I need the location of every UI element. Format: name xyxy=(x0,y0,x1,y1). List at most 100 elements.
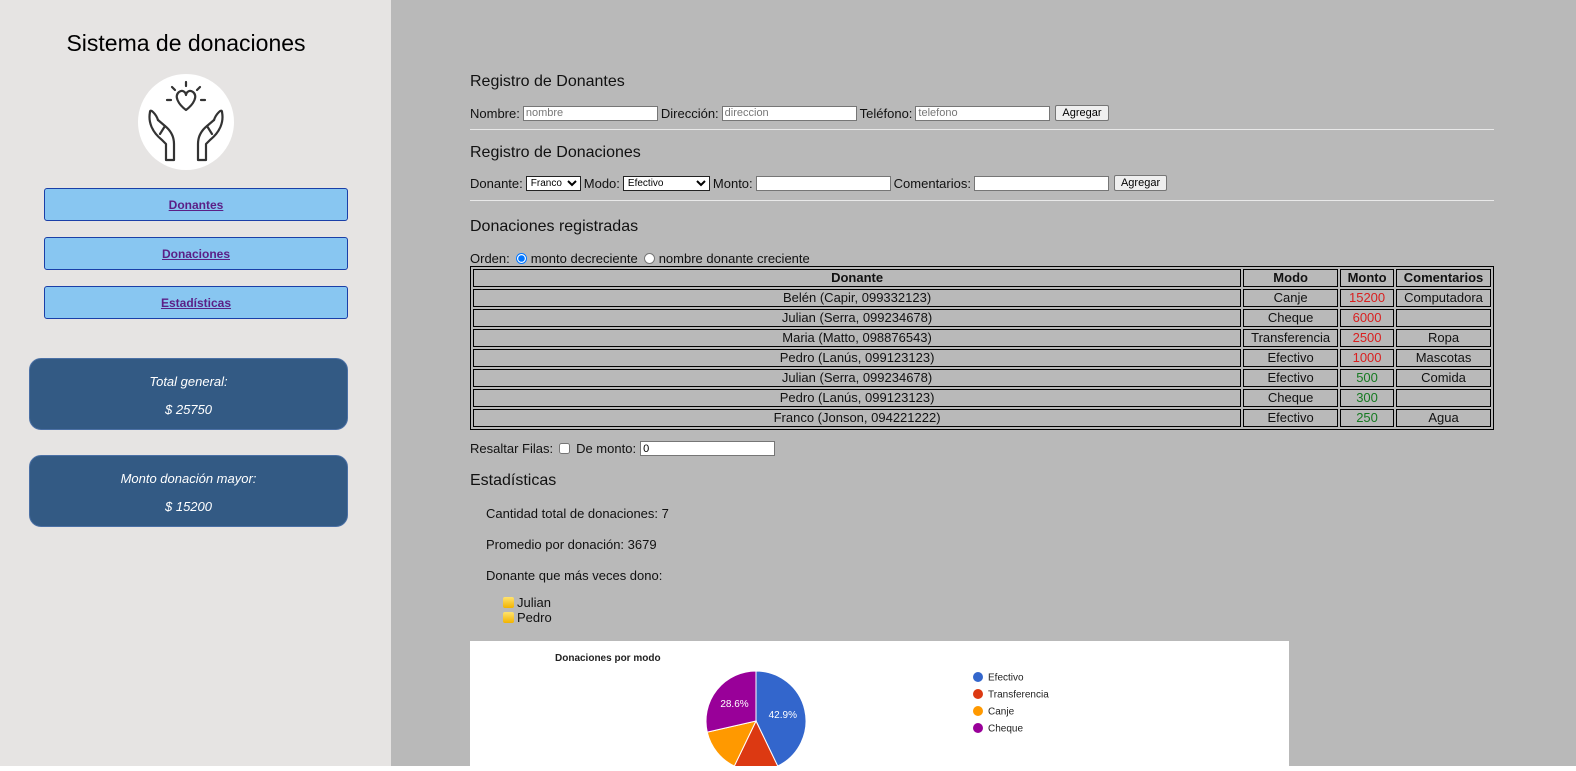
chart-title: Donaciones por modo xyxy=(555,653,661,664)
cell-monto: 15200 xyxy=(1340,289,1395,307)
pie-slice-label: 42.9% xyxy=(769,710,797,721)
divider xyxy=(470,200,1494,201)
nav-donaciones-button[interactable]: Donaciones xyxy=(44,237,348,270)
cell-donante: Pedro (Lanús, 099123123) xyxy=(473,389,1242,407)
column-header-monto: Monto xyxy=(1340,269,1395,287)
comentarios-input[interactable] xyxy=(973,175,1109,191)
cell-comentarios: Computadora xyxy=(1396,289,1491,307)
hands-heart-logo-icon xyxy=(138,74,234,170)
donante-label: Donante: xyxy=(470,175,523,191)
legend-item-cheque[interactable]: Cheque xyxy=(988,724,1023,735)
monto-label: Monto: xyxy=(712,175,753,191)
telefono-input[interactable] xyxy=(915,105,1051,121)
cell-modo: Efectivo xyxy=(1243,369,1339,387)
legend-swatch xyxy=(973,706,983,716)
legend-item-transferencia[interactable]: Transferencia xyxy=(988,690,1049,701)
orden-nombre-radio[interactable] xyxy=(643,253,655,264)
legend-swatch xyxy=(973,672,983,682)
agregar-donante-button[interactable]: Agregar xyxy=(1055,105,1109,121)
total-general-card: Total general: $ 25750 xyxy=(29,358,348,430)
cell-comentarios: Mascotas xyxy=(1396,349,1491,367)
orden-label: Orden: xyxy=(470,251,510,266)
top-donante-name: Julian xyxy=(517,595,551,610)
cell-comentarios xyxy=(1396,309,1491,327)
table-row: Maria (Matto, 098876543) Transferencia 250… xyxy=(473,329,1491,347)
donaciones-table: Donante Modo Monto Comentarios Belén (Ca… xyxy=(470,266,1494,430)
monto-input[interactable] xyxy=(755,175,891,191)
cell-donante: Maria (Matto, 098876543) xyxy=(473,329,1242,347)
cell-comentarios: Agua xyxy=(1396,409,1491,427)
nombre-input[interactable] xyxy=(522,105,658,121)
legend-swatch xyxy=(973,723,983,733)
estadisticas-heading: Estadísticas xyxy=(470,472,557,489)
donaciones-por-modo-chart: Donaciones por modo 42.9% 28.6% Efectivo T… xyxy=(470,641,1289,771)
resaltar-controls: Resaltar Filas: De monto: xyxy=(470,441,776,456)
folder-icon xyxy=(503,597,514,608)
pie-chart-svg: Donaciones por modo 42.9% 28.6% Efectivo T… xyxy=(555,653,1049,766)
cell-donante: Belén (Capir, 099332123) xyxy=(473,289,1242,307)
list-item: Julian xyxy=(503,595,552,610)
donaciones-form: Donante: Franco Modo: Efectivo Monto: Co… xyxy=(470,175,1168,191)
cell-monto: 300 xyxy=(1340,389,1395,407)
table-row: Julian (Serra, 099234678) Efectivo 500 Comi… xyxy=(473,369,1491,387)
table-row: Franco (Jonson, 094221222) Efectivo 250 Agu… xyxy=(473,409,1491,427)
app-title: Sistema de donaciones xyxy=(66,30,306,56)
total-general-value: $ 25750 xyxy=(165,402,212,417)
de-monto-input[interactable] xyxy=(640,441,776,456)
column-header-comentarios: Comentarios xyxy=(1396,269,1491,287)
main-content: Registro de Donantes Nombre: Dirección: … xyxy=(391,0,1576,771)
legend-swatch xyxy=(973,689,983,699)
cell-modo: Cheque xyxy=(1243,389,1339,407)
legend-item-canje[interactable]: Canje xyxy=(988,707,1015,718)
agregar-donacion-button[interactable]: Agregar xyxy=(1113,175,1168,191)
cell-donante: Julian (Serra, 099234678) xyxy=(473,309,1242,327)
cell-modo: Efectivo xyxy=(1243,349,1339,367)
direccion-input[interactable] xyxy=(721,105,857,121)
cell-monto: 1000 xyxy=(1340,349,1395,367)
cell-donante: Julian (Serra, 099234678) xyxy=(473,369,1242,387)
telefono-label: Teléfono: xyxy=(859,105,913,121)
orden-monto-radio[interactable] xyxy=(515,253,527,264)
total-general-label: Total general: xyxy=(149,374,228,389)
donaciones-registradas-heading: Donaciones registradas xyxy=(470,218,639,235)
nav-donantes-link[interactable]: Donantes xyxy=(169,198,224,212)
donante-mas-veces-text: Donante que más veces dono: xyxy=(486,568,663,583)
folder-icon xyxy=(503,612,514,623)
monto-mayor-value: $ 15200 xyxy=(165,499,212,514)
nombre-label: Nombre: xyxy=(470,105,520,121)
nav-estadisticas-button[interactable]: Estadísticas xyxy=(44,286,348,319)
legend-item-efectivo[interactable]: Efectivo xyxy=(988,673,1024,684)
cell-modo: Cheque xyxy=(1243,309,1339,327)
cell-monto: 2500 xyxy=(1340,329,1395,347)
de-monto-label: De monto: xyxy=(576,441,637,456)
column-header-modo: Modo xyxy=(1243,269,1339,287)
table-row: Belén (Capir, 099332123) Canje 15200 Comput… xyxy=(473,289,1491,307)
cell-modo: Efectivo xyxy=(1243,409,1339,427)
cell-comentarios xyxy=(1396,389,1491,407)
pie-slice-label: 28.6% xyxy=(720,699,748,710)
table-row: Pedro (Lanús, 099123123) Cheque 300 xyxy=(473,389,1491,407)
cell-modo: Canje xyxy=(1243,289,1339,307)
nav-estadisticas-link[interactable]: Estadísticas xyxy=(161,296,231,310)
nav-donantes-button[interactable]: Donantes xyxy=(44,188,348,221)
donante-select[interactable]: Franco xyxy=(525,175,581,191)
monto-mayor-label: Monto donación mayor: xyxy=(120,471,257,486)
table-header-row: Donante Modo Monto Comentarios xyxy=(473,269,1491,287)
top-donantes-list: Julian Pedro xyxy=(503,595,552,625)
registro-donaciones-heading: Registro de Donaciones xyxy=(470,144,641,161)
table-row: Pedro (Lanús, 099123123) Efectivo 1000 Masc… xyxy=(473,349,1491,367)
nav-donaciones-link[interactable]: Donaciones xyxy=(162,247,230,261)
orden-nombre-label: nombre donante creciente xyxy=(658,251,810,266)
cell-donante: Franco (Jonson, 094221222) xyxy=(473,409,1242,427)
divider xyxy=(470,129,1494,130)
cell-donante: Pedro (Lanús, 099123123) xyxy=(473,349,1242,367)
resaltar-checkbox[interactable] xyxy=(559,443,571,454)
modo-select[interactable]: Efectivo xyxy=(622,175,710,191)
orden-controls: Orden: monto decreciente nombre donante … xyxy=(470,251,810,266)
cell-monto: 6000 xyxy=(1340,309,1395,327)
cantidad-total-text: Cantidad total de donaciones: 7 xyxy=(486,506,669,521)
direccion-label: Dirección: xyxy=(660,105,719,121)
cell-monto: 500 xyxy=(1340,369,1395,387)
table-row: Julian (Serra, 099234678) Cheque 6000 xyxy=(473,309,1491,327)
cell-modo: Transferencia xyxy=(1243,329,1339,347)
